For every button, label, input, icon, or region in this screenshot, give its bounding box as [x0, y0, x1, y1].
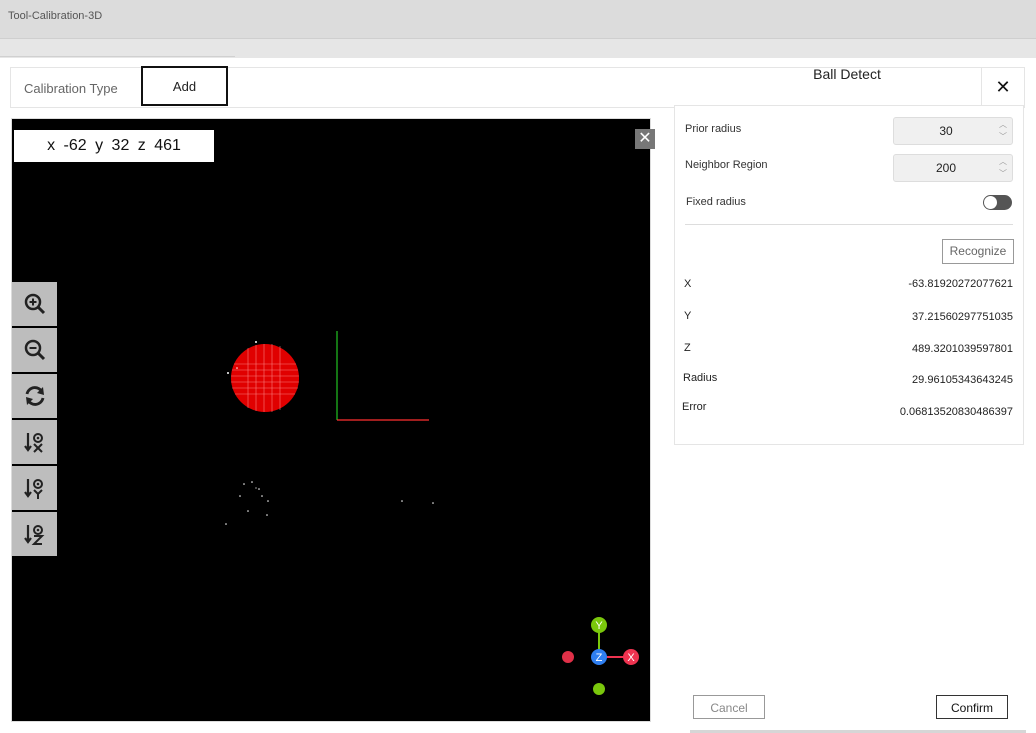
toggle-knob: [984, 196, 997, 209]
result-error-value: 0.06813520830486397: [899, 406, 1013, 418]
sort-y-icon: [23, 479, 43, 499]
result-x-label: X: [684, 278, 692, 290]
result-z-value: 489.3201039597801: [912, 343, 1013, 355]
view-y-button[interactable]: [12, 466, 57, 510]
zoom-in-button[interactable]: [12, 282, 57, 326]
sort-x-icon: [23, 433, 43, 453]
result-radius-label: Radius: [683, 372, 718, 384]
coordinate-readout: x -62 y 32 z 461: [14, 130, 214, 162]
neighbor-region-stepper[interactable]: 200 ︿ ﹀: [893, 154, 1013, 182]
prior-radius-label: Prior radius: [685, 123, 742, 135]
view-x-button[interactable]: [12, 420, 57, 464]
fixed-radius-label: Fixed radius: [686, 196, 746, 208]
zoom-in-icon: [24, 293, 45, 315]
gizmo-y-label: Y: [595, 620, 603, 632]
detected-ball: [231, 344, 299, 412]
gizmo-z-label: Z: [596, 652, 603, 664]
prior-radius-stepper[interactable]: 30 ︿ ﹀: [893, 117, 1013, 145]
ball-detect-form: Prior radius 30 ︿ ﹀ Neighbor Region 200 …: [674, 105, 1024, 445]
orientation-gizmo[interactable]: Y Z X: [562, 617, 639, 695]
sub-bar: [0, 39, 1036, 57]
ball-detect-title: Ball Detect: [813, 66, 881, 82]
fixed-radius-toggle[interactable]: [983, 195, 1012, 210]
axis-lines: [336, 331, 429, 421]
result-radius-value: 29.96105343643245: [912, 374, 1013, 386]
decrement-icon[interactable]: ﹀: [998, 131, 1008, 143]
divider: [685, 224, 1013, 225]
result-y-value: 37.21560297751035: [912, 311, 1013, 323]
prior-radius-value[interactable]: 30: [894, 118, 998, 144]
decrement-icon[interactable]: ﹀: [998, 168, 1008, 180]
zoom-out-icon: [24, 339, 45, 361]
sort-z-icon: [23, 525, 44, 545]
zoom-out-button[interactable]: [12, 328, 57, 372]
viewer-close-icon[interactable]: ✕: [635, 129, 655, 149]
tab-calibration-type[interactable]: Calibration Type: [24, 81, 118, 96]
point-cloud-viewer[interactable]: Y Z X x -62 y 32 z 461 ✕: [11, 118, 655, 722]
tab-add[interactable]: Add: [141, 66, 228, 106]
neighbor-region-label: Neighbor Region: [685, 159, 768, 171]
viewer-toolbar: [12, 282, 57, 558]
recognize-button[interactable]: Recognize: [942, 239, 1014, 264]
refresh-icon: [25, 386, 44, 406]
increment-icon[interactable]: ︿: [998, 119, 1008, 131]
title-bar: Tool-Calibration-3D: [0, 0, 1036, 39]
view-z-button[interactable]: [12, 512, 57, 556]
increment-icon[interactable]: ︿: [998, 156, 1008, 168]
sub-bar-underline: [0, 56, 235, 57]
result-z-label: Z: [684, 342, 691, 354]
result-x-value: -63.81920272077621: [908, 278, 1013, 290]
cancel-button[interactable]: Cancel: [693, 695, 765, 719]
confirm-button[interactable]: Confirm: [936, 695, 1008, 719]
reset-view-button[interactable]: [12, 374, 57, 418]
point-cloud-scene: Y Z X: [225, 331, 639, 695]
neighbor-region-value[interactable]: 200: [894, 155, 998, 181]
window-title: Tool-Calibration-3D: [8, 10, 103, 22]
ball-detect-panel: Ball Detect Prior radius 30 ︿ ﹀ Neighbor…: [664, 58, 1036, 675]
result-error-label: Error: [682, 401, 707, 413]
gizmo-x-label: X: [627, 652, 635, 664]
result-y-label: Y: [684, 310, 692, 322]
